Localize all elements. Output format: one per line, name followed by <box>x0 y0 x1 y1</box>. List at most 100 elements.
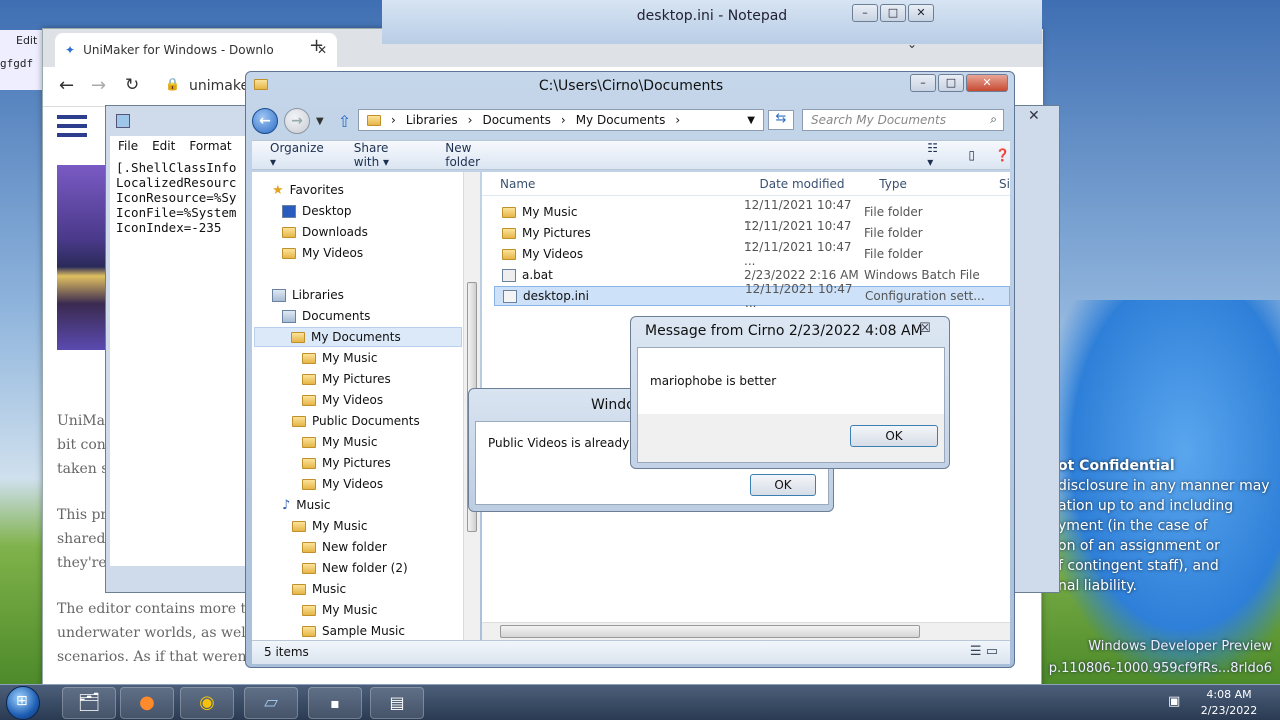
notepad-text-area[interactable]: [.ShellClassInfo LocalizedResourc IconReso… <box>110 156 250 566</box>
text-line: [.ShellClassInfo <box>116 160 237 175</box>
status-bar: 5 items ☰ ▭ <box>252 640 1010 664</box>
file-row[interactable]: My Videos 12/11/2021 10:47 ... File folder <box>494 240 1010 268</box>
maximize-button[interactable]: □ <box>938 74 964 92</box>
nav-favorites[interactable]: ★ Favorites <box>272 180 344 200</box>
close-icon[interactable]: ✕ <box>1028 108 1040 124</box>
maximize-button[interactable]: □ <box>880 4 906 22</box>
nav-sample-music[interactable]: Sample Music <box>302 621 405 640</box>
article-text: they're <box>57 555 107 571</box>
taskbar-chrome[interactable]: ◉ <box>180 687 234 719</box>
nav-music-library[interactable]: ♪ Music <box>282 495 330 515</box>
nav-public-pictures[interactable]: My Pictures <box>302 453 391 473</box>
message-dialog[interactable]: Message from Cirno 2/23/2022 4:08 AM ☒ m… <box>630 316 950 469</box>
nav-label: New folder (2) <box>322 561 408 575</box>
scrollbar-thumb[interactable] <box>500 625 920 638</box>
column-name[interactable]: Name <box>482 172 741 195</box>
lock-icon[interactable]: 🔒 <box>165 77 180 91</box>
share-with-button[interactable]: Share with ▾ <box>354 141 415 169</box>
refresh-icon[interactable]: ⇆ <box>768 110 794 130</box>
close-icon[interactable]: ☒ <box>919 321 931 336</box>
views-icon[interactable]: ☷ ▾ <box>927 141 944 169</box>
nav-libraries[interactable]: Libraries <box>272 285 344 305</box>
nav-documents[interactable]: Documents <box>282 306 370 326</box>
edit-menu-label[interactable]: Edit <box>0 30 44 51</box>
new-tab-icon[interactable]: + <box>309 35 324 56</box>
nav-my-videos[interactable]: My Videos <box>282 243 363 263</box>
file-row-selected[interactable]: desktop.ini 12/11/2021 10:47 ... Configura… <box>494 282 1010 310</box>
nav-public-documents[interactable]: Public Documents <box>292 411 420 431</box>
menu-format[interactable]: Format <box>189 139 231 153</box>
folder-icon <box>302 373 316 385</box>
nav-new-folder[interactable]: New folder <box>302 537 387 557</box>
address-bar-text[interactable]: unimake <box>189 78 249 94</box>
share-label: Share with <box>353 141 389 169</box>
nav-music-my-music[interactable]: My Music <box>292 516 367 536</box>
clock[interactable]: 4:08 AM 2/23/2022 <box>1190 687 1268 719</box>
taskbar-firefox[interactable]: ● <box>120 687 174 719</box>
file-name: My Music <box>522 205 578 219</box>
minimize-button[interactable]: – <box>910 74 936 92</box>
forward-arrow-icon[interactable]: → <box>91 75 106 96</box>
nav-music-folder[interactable]: Music <box>292 579 346 599</box>
reload-icon[interactable]: ↻ <box>125 75 139 95</box>
forward-arrow-icon[interactable]: → <box>284 108 310 134</box>
file-type: Windows Batch File <box>864 268 980 282</box>
horizontal-scrollbar[interactable] <box>482 622 1010 640</box>
library-icon <box>282 309 296 323</box>
config-file-icon <box>503 289 517 303</box>
address-dropdown-icon[interactable]: ▼ <box>747 115 755 126</box>
nav-my-documents[interactable]: My Documents <box>254 327 462 347</box>
nav-label: Music <box>312 582 347 596</box>
nav-my-music[interactable]: My Music <box>302 348 377 368</box>
address-bar[interactable]: › Libraries › Documents › My Documents ›… <box>358 109 764 131</box>
file-date: 2/23/2022 2:16 AM <box>744 268 859 282</box>
browser-tab[interactable]: ✦ UniMaker for Windows - Downlo ✕ <box>55 33 337 67</box>
start-button[interactable]: ⊞ <box>6 686 40 720</box>
breadcrumb-libraries[interactable]: Libraries <box>406 113 458 127</box>
taskbar-cmd[interactable]: ▪ <box>308 687 362 719</box>
taskbar-explorer[interactable]: 🗂 <box>62 687 116 719</box>
menu-file[interactable]: File <box>118 139 138 153</box>
close-button[interactable]: ✕ <box>966 74 1008 92</box>
breadcrumb-documents[interactable]: Documents <box>482 113 550 127</box>
file-type: File folder <box>864 226 923 240</box>
help-icon[interactable]: ❓ <box>995 148 1010 162</box>
nav-new-folder-2[interactable]: New folder (2) <box>302 558 408 578</box>
breadcrumb-my-documents[interactable]: My Documents <box>576 113 666 127</box>
file-name: desktop.ini <box>523 289 589 303</box>
hamburger-menu-icon[interactable] <box>57 115 87 137</box>
organize-button[interactable]: Organize ▾ <box>270 141 324 169</box>
nav-public-music[interactable]: My Music <box>302 432 377 452</box>
search-input[interactable]: Search My Documents ⌕ <box>802 109 1004 131</box>
nav-my-pictures[interactable]: My Pictures <box>302 369 391 389</box>
nav-my-videos-2[interactable]: My Videos <box>302 390 383 410</box>
notepad-titlebar[interactable]: desktop.ini - Notepad – □ ✕ <box>382 0 1042 44</box>
up-arrow-icon[interactable]: ⇧ <box>338 112 351 131</box>
taskbar-window[interactable]: ▤ <box>370 687 424 719</box>
column-size[interactable]: Si <box>981 172 1010 195</box>
breadcrumb-separator-icon: › <box>560 113 566 127</box>
recent-pages-chevron-icon[interactable]: ▼ <box>316 116 324 127</box>
details-view-icon[interactable]: ☰ ▭ <box>970 644 998 659</box>
taskbar-notepad[interactable]: ▱ <box>244 687 298 719</box>
nav-public-videos[interactable]: My Videos <box>302 474 383 494</box>
minimize-button[interactable]: – <box>852 4 878 22</box>
network-icon[interactable]: ▣ <box>1168 694 1180 709</box>
preview-pane-icon[interactable]: ▯ <box>968 148 975 162</box>
column-date[interactable]: Date modified <box>741 172 861 195</box>
menu-edit[interactable]: Edit <box>152 139 175 153</box>
new-folder-button[interactable]: New folder <box>445 141 499 169</box>
nav-downloads[interactable]: Downloads <box>282 222 368 242</box>
nav-desktop[interactable]: Desktop <box>282 201 352 221</box>
nav-music-my-music-2[interactable]: My Music <box>302 600 377 620</box>
ok-button[interactable]: OK <box>750 474 816 496</box>
ok-button[interactable]: OK <box>850 425 938 447</box>
back-arrow-icon[interactable]: ← <box>252 108 278 134</box>
close-button[interactable]: ✕ <box>908 4 934 22</box>
back-arrow-icon[interactable]: ← <box>59 75 74 96</box>
column-type[interactable]: Type <box>861 172 981 195</box>
folder-icon <box>502 227 516 239</box>
star-icon: ★ <box>272 182 284 198</box>
windows-logo-icon: ⊞ <box>16 693 28 709</box>
watermark-line: yment (in the case of <box>1058 518 1208 534</box>
